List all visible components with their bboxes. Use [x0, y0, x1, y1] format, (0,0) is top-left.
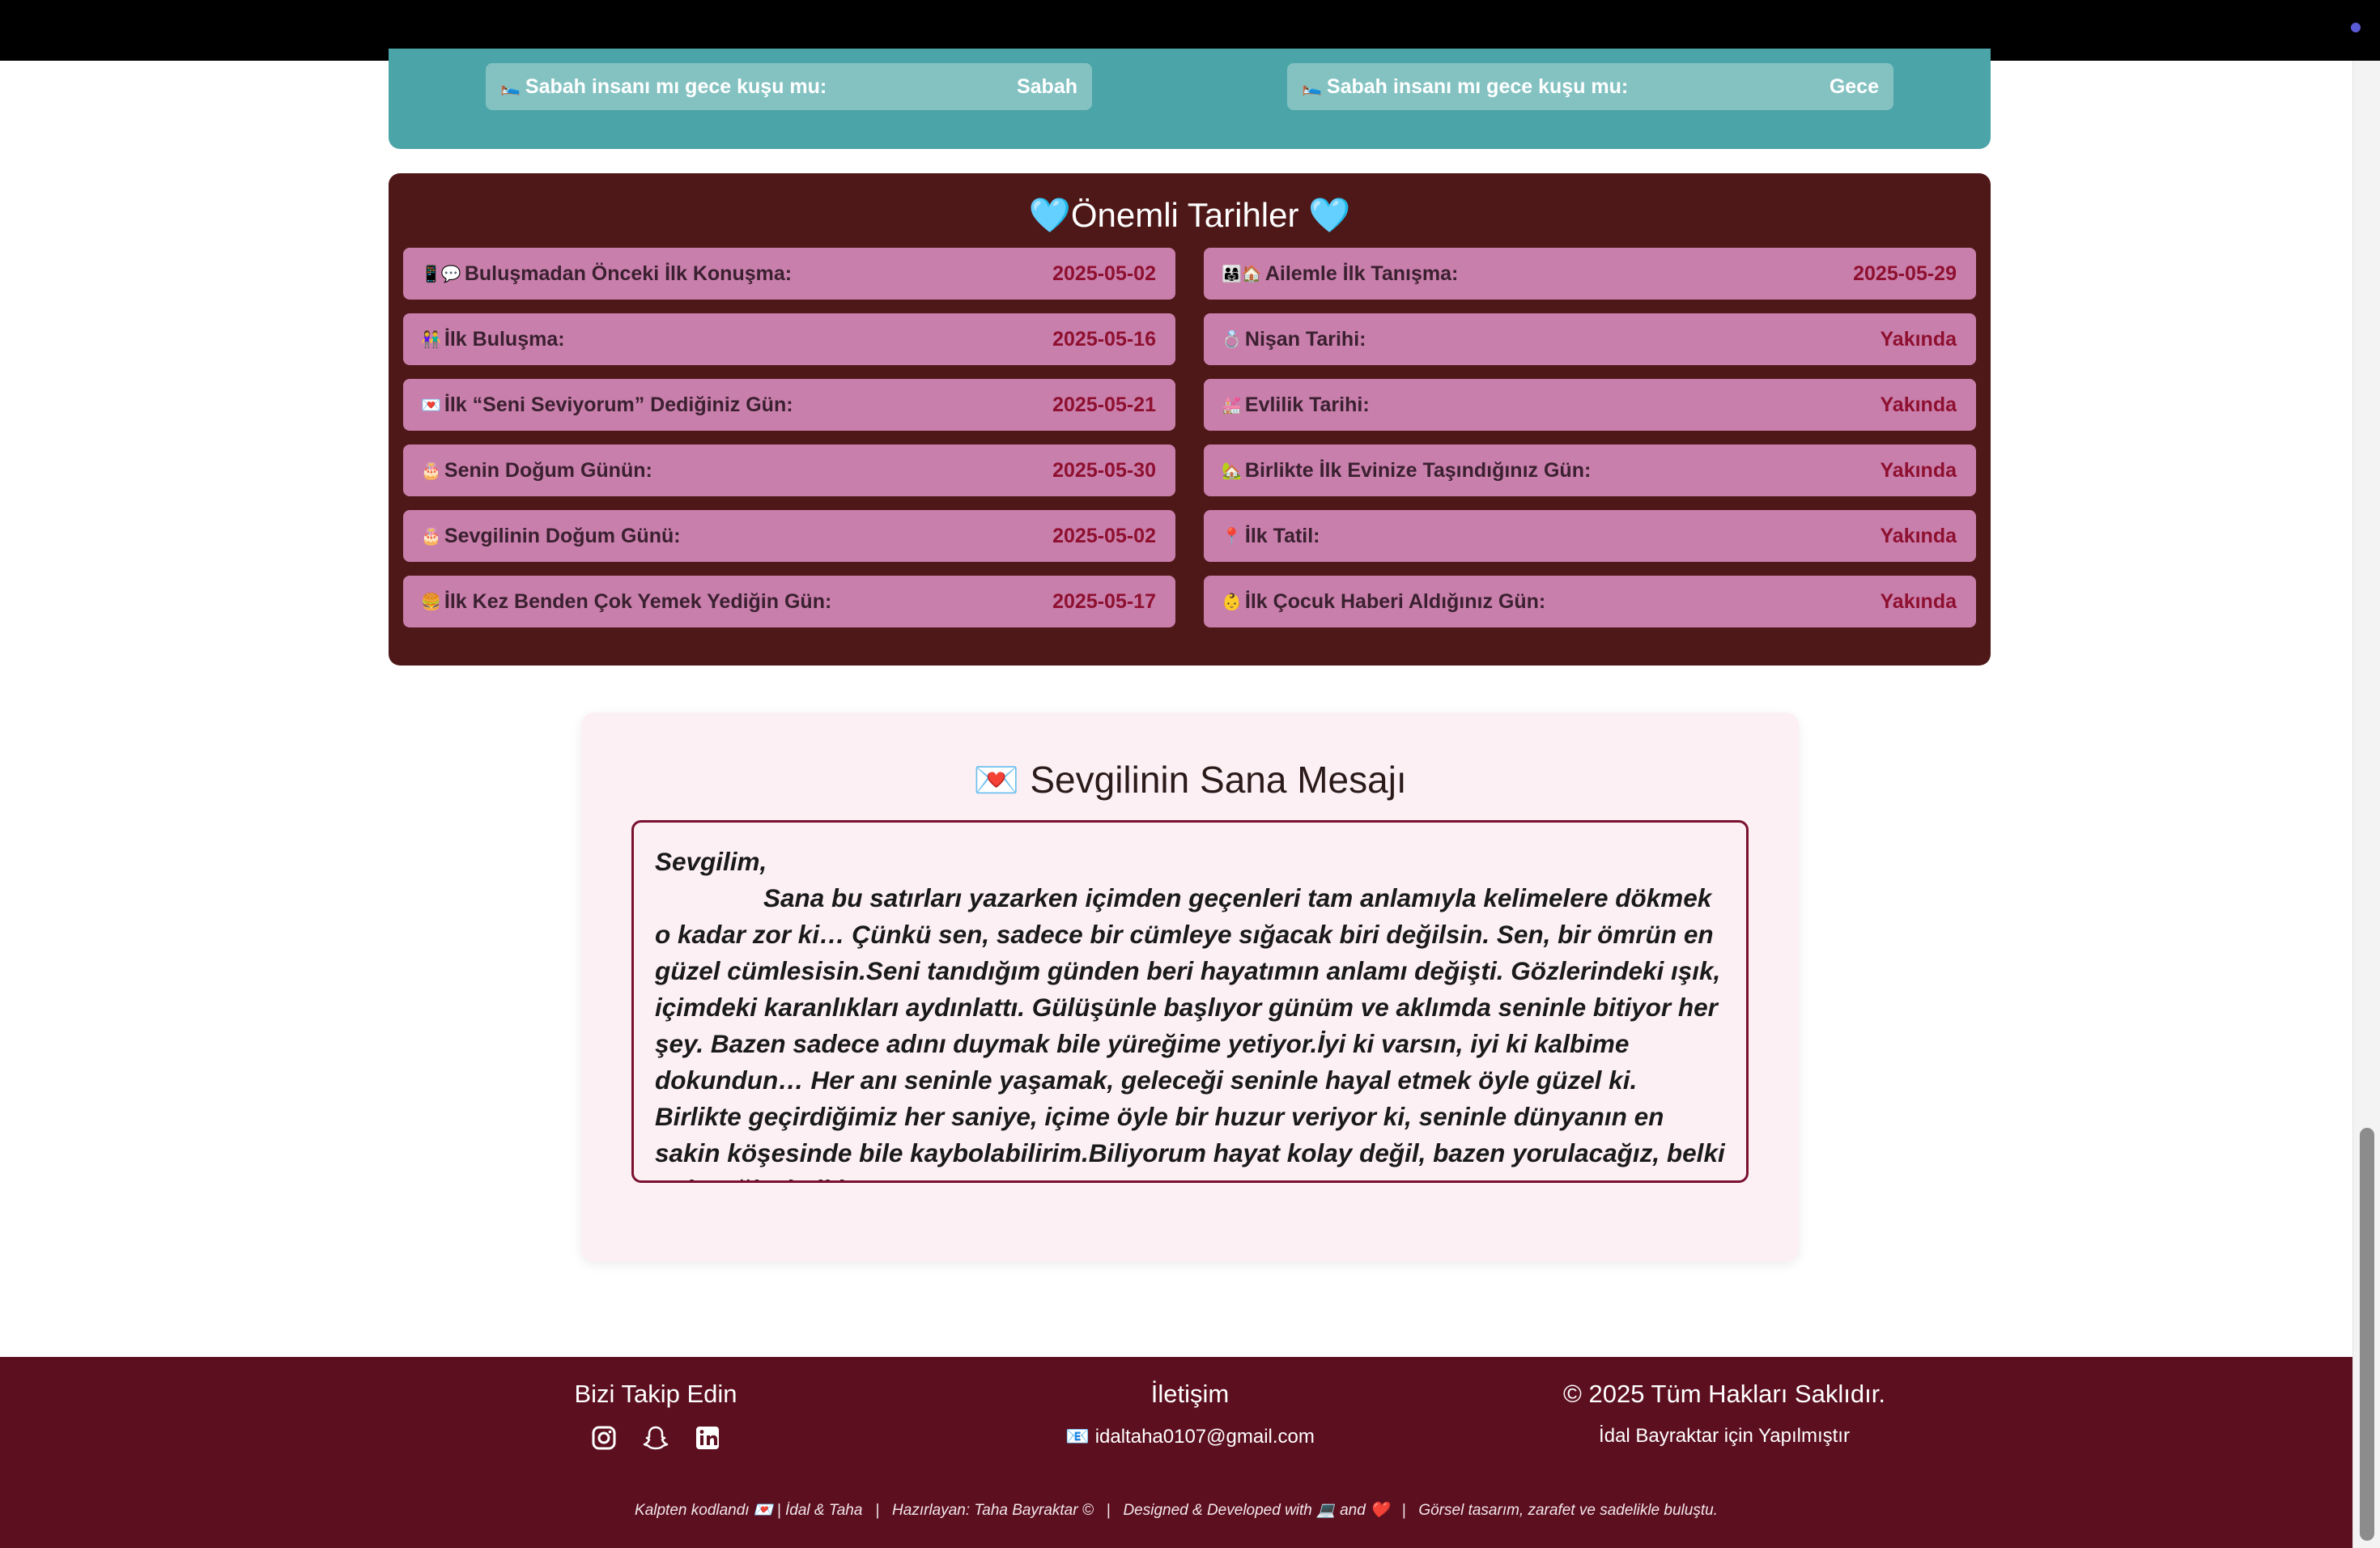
baby-icon: 👶 — [1222, 593, 1242, 611]
love-letter-icon: 💌 — [973, 759, 1020, 801]
wake-card-value: Sabah — [1016, 74, 1077, 98]
date-row: 👫 İlk Buluşma: 2025-05-16 — [403, 313, 1175, 365]
important-dates-title: 🩵Önemli Tarihler 🩵 — [1028, 196, 1351, 234]
wake-card-label: Sabah insanı mı gece kuşu mu: — [525, 74, 827, 98]
date-row: 👨‍👩‍👧🏠 Ailemle İlk Tanışma: 2025-05-29 — [1204, 248, 1976, 300]
message-greeting: Sevgilim, — [655, 847, 767, 876]
wake-card-label: Sabah insanı mı gece kuşu mu: — [1326, 74, 1629, 98]
heart-icon: 🩵 — [1308, 196, 1351, 234]
date-row: 📱💬 Buluşmadan Önceki İlk Konuşma: 2025-05-… — [403, 248, 1175, 300]
credits-text: Kalpten kodlandı 💌 | İdal & Taha | Hazır… — [635, 1502, 1718, 1519]
date-row: 💒 Evlilik Tarihi: Yakında — [1204, 379, 1976, 431]
family-home-icon: 👨‍👩‍👧🏠 — [1222, 265, 1262, 283]
date-row: 🏡 Birlikte İlk Evinize Taşındığınız Gün: Y… — [1204, 444, 1976, 496]
date-row: 🍔 İlk Kez Benden Çok Yemek Yediğin Gün: 20… — [403, 576, 1175, 627]
couple-icon: 👫 — [421, 330, 441, 349]
social-links — [534, 1422, 777, 1454]
message-box[interactable]: Sevgilim, Sana bu satırları yazarken içi… — [631, 820, 1749, 1183]
wake-card-1: 🛌 Sabah insanı mı gece kuşu mu: Sabah — [486, 63, 1092, 110]
date-row: 🎂 Senin Doğum Günün: 2025-05-30 — [403, 444, 1175, 496]
cake-icon: 🎂 — [421, 527, 441, 546]
burger-icon: 🍔 — [421, 593, 441, 611]
important-dates-section: 🩵Önemli Tarihler 🩵 📱💬 Buluşmadan Önceki İ… — [389, 173, 1991, 666]
date-row: 🎂 Sevgilinin Doğum Günü: 2025-05-02 — [403, 510, 1175, 562]
status-dot — [2351, 23, 2361, 32]
linkedin-icon[interactable] — [691, 1422, 724, 1454]
footer-copyright: © 2025 Tüm Hakları Saklıdır. İdal Bayrak… — [1522, 1380, 1927, 1448]
date-row: 📍 İlk Tatil: Yakında — [1204, 510, 1976, 562]
cake-icon: 🎂 — [421, 461, 441, 480]
house-icon: 🏡 — [1222, 461, 1242, 480]
ring-icon: 💍 — [1222, 330, 1242, 349]
bed-icon: 🛌 — [1302, 78, 1322, 96]
date-row: 👶 İlk Çocuk Haberi Aldığınız Gün: Yakında — [1204, 576, 1976, 627]
footer-contact: İletişim 📧 idaltaha0107@gmail.com — [988, 1380, 1392, 1448]
scrollbar[interactable] — [2352, 61, 2380, 1548]
copyright-text: © 2025 Tüm Hakları Saklıdır. — [1563, 1380, 1885, 1408]
love-letter-icon: 💌 — [421, 396, 441, 415]
snapchat-icon[interactable] — [640, 1422, 672, 1454]
wake-card-2: 🛌 Sabah insanı mı gece kuşu mu: Gece — [1287, 63, 1893, 110]
contact-email[interactable]: idaltaha0107@gmail.com — [1095, 1426, 1315, 1448]
heart-icon: 🩵 — [1028, 196, 1071, 234]
message-title: 💌 Sevgilinin Sana Mesajı — [973, 759, 1407, 801]
follow-title: Bizi Takip Edin — [574, 1380, 737, 1408]
footer-follow: Bizi Takip Edin — [534, 1380, 777, 1454]
wake-card-value: Gece — [1829, 74, 1879, 98]
made-for-text: İdal Bayraktar için Yapılmıştır — [1599, 1425, 1850, 1447]
pin-icon: 📍 — [1222, 527, 1242, 546]
footer: Bizi Takip Edin İletişim 📧 idaltaha0107@… — [0, 1357, 2352, 1548]
message-card: 💌 Sevgilinin Sana Mesajı Sevgilim, Sana … — [581, 712, 1799, 1261]
bed-icon: 🛌 — [500, 78, 521, 96]
mail-icon: 📧 — [1065, 1426, 1090, 1448]
date-row: 💌 İlk “Seni Seviyorum” Dediğiniz Gün: 2025… — [403, 379, 1175, 431]
phone-chat-icon: 📱💬 — [421, 265, 461, 283]
contact-title: İletişim — [1150, 1380, 1230, 1408]
message-body: Sana bu satırları yazarken içimden geçen… — [655, 883, 1725, 1180]
habits-section: 🛌 Sabah insanı mı gece kuşu mu: Sabah 🛌 Sa… — [389, 49, 1991, 149]
wedding-icon: 💒 — [1222, 396, 1242, 415]
scrollbar-thumb[interactable] — [2360, 1128, 2374, 1541]
date-row: 💍 Nişan Tarihi: Yakında — [1204, 313, 1976, 365]
instagram-icon[interactable] — [588, 1422, 620, 1454]
